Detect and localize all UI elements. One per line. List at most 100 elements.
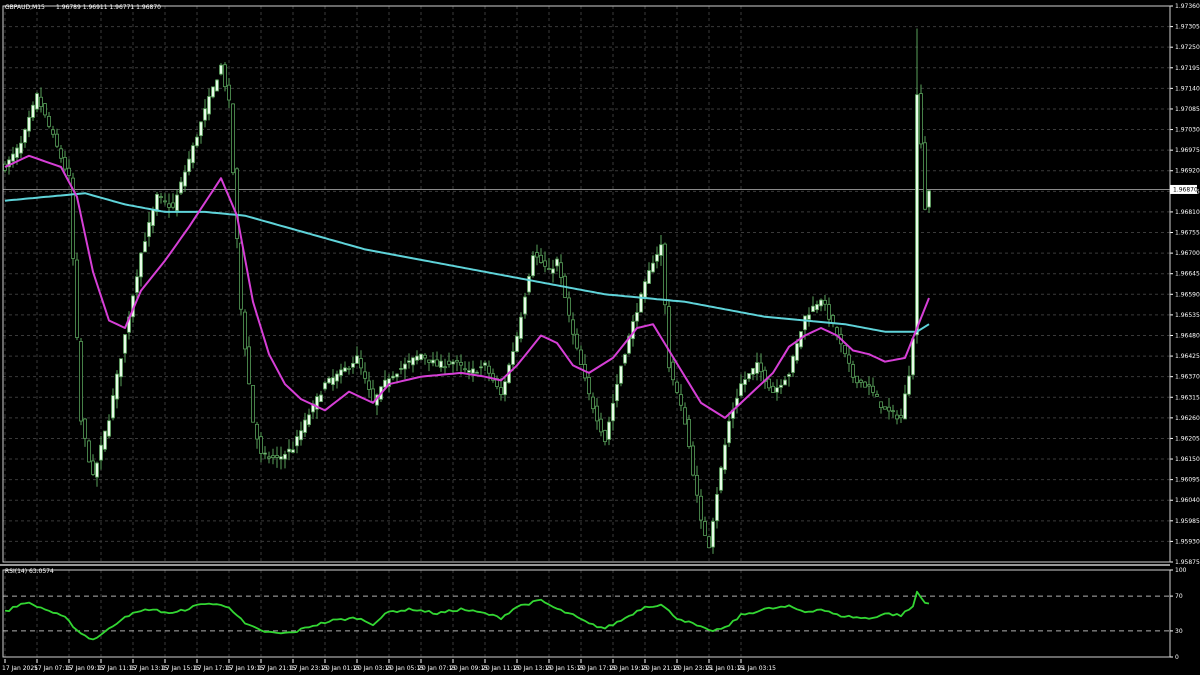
- candle-bear: [223, 64, 227, 88]
- candle-bull: [175, 194, 179, 212]
- candle-bull: [403, 363, 407, 370]
- candle-bull: [531, 255, 535, 277]
- candle-bull: [439, 360, 443, 368]
- candle-bull: [719, 467, 723, 491]
- candle-bull: [479, 366, 483, 369]
- candle-bull: [279, 456, 283, 460]
- candle-bull: [95, 462, 99, 478]
- candle-bull: [343, 367, 347, 372]
- candle-bull: [111, 395, 115, 419]
- candle-bear: [867, 384, 871, 387]
- candle-bull: [23, 129, 27, 143]
- candle-bear: [39, 96, 43, 108]
- candle-bear: [895, 414, 899, 420]
- y-tick-label: 1.97250: [1175, 44, 1200, 51]
- candle-bear: [235, 168, 239, 239]
- candle-bull: [203, 108, 207, 121]
- candle-bear: [823, 299, 827, 305]
- y-tick-label: 1.97305: [1175, 24, 1200, 31]
- candle-bear: [539, 254, 543, 263]
- candle-bear: [875, 393, 879, 397]
- candle-bear: [427, 359, 431, 363]
- candle-bear: [843, 345, 847, 355]
- candle-bull: [755, 362, 759, 374]
- candle-bear: [871, 385, 875, 393]
- y-tick-label: 1.96700: [1175, 250, 1200, 257]
- x-tick-label: 21 Jan 03:15: [738, 665, 776, 672]
- candle-bear: [159, 196, 163, 198]
- candle-bear: [543, 260, 547, 267]
- candle-bear: [859, 379, 863, 383]
- candle-bear: [487, 365, 491, 374]
- candle-bull: [295, 436, 299, 447]
- candle-bear: [267, 456, 271, 459]
- candle-bull: [551, 268, 555, 274]
- candle-bear: [423, 354, 427, 359]
- candle-bull: [323, 382, 327, 390]
- y-tick-label: 1.95930: [1175, 538, 1200, 545]
- candle-bull: [715, 494, 719, 522]
- candle-bear: [43, 103, 47, 116]
- candle-bull: [779, 384, 783, 388]
- rsi-y-tick-label: 100: [1175, 567, 1187, 574]
- candle-bull: [263, 452, 267, 455]
- candle-bull: [483, 362, 487, 366]
- candle-bear: [255, 423, 259, 440]
- candle-bear: [163, 200, 167, 203]
- candle-bear: [171, 202, 175, 208]
- candle-bear: [707, 536, 711, 549]
- candle-bear: [79, 341, 83, 422]
- candle-bull: [179, 181, 183, 194]
- candle-bear: [679, 394, 683, 406]
- candle-bull: [623, 354, 627, 364]
- candle-bull: [191, 145, 195, 164]
- y-tick-label: 1.96975: [1175, 147, 1200, 154]
- y-tick-label: 1.96480: [1175, 332, 1200, 339]
- y-tick-label: 1.95985: [1175, 518, 1200, 525]
- candle-bull: [727, 420, 731, 444]
- candle-bear: [227, 84, 231, 101]
- candle-bull: [611, 402, 615, 422]
- candle-bull: [635, 312, 639, 322]
- candle-bear: [891, 410, 895, 413]
- candle-bear: [535, 252, 539, 258]
- candle-bull: [195, 136, 199, 147]
- candle-bull: [647, 270, 651, 284]
- candle-bull: [187, 158, 191, 173]
- candle-bear: [599, 418, 603, 433]
- candle-bull: [419, 353, 423, 360]
- y-tick-label: 1.96315: [1175, 394, 1200, 401]
- y-tick-label: 1.96920: [1175, 168, 1200, 175]
- candle-bear: [371, 388, 375, 402]
- candle-bear: [767, 378, 771, 389]
- candle-bull: [743, 379, 747, 385]
- candle-bear: [87, 440, 91, 463]
- candle-bull: [139, 252, 143, 278]
- y-tick-label: 1.97085: [1175, 106, 1200, 113]
- candle-bull: [811, 305, 815, 312]
- candle-bull: [395, 373, 399, 378]
- candle-bull: [303, 419, 307, 433]
- candle-bear: [683, 407, 687, 425]
- candle-bull: [411, 357, 415, 366]
- candle-bear: [879, 401, 883, 408]
- y-tick-label: 1.96425: [1175, 353, 1200, 360]
- candle-bear: [851, 364, 855, 378]
- candle-bear: [443, 366, 447, 369]
- candle-bear: [571, 319, 575, 335]
- y-tick-label: 1.96205: [1175, 435, 1200, 442]
- rsi-y-tick-label: 30: [1175, 628, 1183, 635]
- candle-bull: [803, 315, 807, 331]
- candle-bull: [215, 79, 219, 92]
- price-chart[interactable]: 1.97360 1.97305 1.97250 1.97195 1.97140 1.970…: [0, 0, 1200, 675]
- candle-bull: [807, 314, 811, 320]
- candle-bull: [27, 116, 31, 132]
- candle-bull: [307, 414, 311, 426]
- candle-bear: [59, 148, 63, 159]
- candle-bull: [431, 359, 435, 364]
- candle-bear: [771, 385, 775, 393]
- candle-bear: [499, 387, 503, 396]
- rsi-y-tick-label: 70: [1175, 593, 1183, 600]
- candle-bear: [671, 361, 675, 381]
- candle-bull: [711, 521, 715, 548]
